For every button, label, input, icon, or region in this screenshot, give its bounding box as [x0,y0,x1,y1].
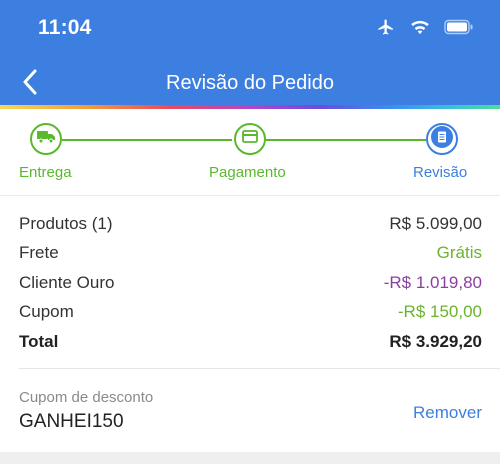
summary-label: Produtos (1) [19,213,113,233]
coupon-section: Cupom de desconto GANHEI150 Remover [19,385,482,441]
credit-card-icon [242,130,258,148]
status-time: 11:04 [38,16,92,39]
page-title: Revisão do Pedido [166,72,334,94]
battery-icon [444,19,474,40]
step-pagamento[interactable] [234,123,266,155]
step-label-revisao: Revisão [413,164,468,181]
summary-row-total: Total R$ 3.929,20 [19,327,482,357]
step-label-pagamento: Pagamento [209,164,286,181]
summary-value: -R$ 150,00 [397,302,482,322]
wifi-icon [410,19,430,40]
truck-icon [37,130,55,149]
remove-coupon-button[interactable]: Remover [413,403,482,423]
nav-bar: Revisão do Pedido [0,62,500,106]
summary-row-frete: Frete Grátis [19,239,482,269]
summary-label: Total [19,331,59,351]
bottom-separator [0,452,500,464]
summary-value: -R$ 1.019,80 [383,272,482,292]
step-revisao[interactable] [426,123,458,155]
checkout-stepper: Entrega Pagamento Revisão [0,109,500,196]
status-bar: 11:04 [0,0,500,60]
section-divider [19,368,500,369]
airplane-icon [376,18,396,41]
summary-label: Cliente Ouro [19,272,115,292]
summary-value: R$ 3.929,20 [389,331,482,351]
app-header: 11:04 Revisão do Pedido [0,0,500,108]
summary-row-cliente-ouro: Cliente Ouro -R$ 1.019,80 [19,268,482,298]
summary-value: R$ 5.099,00 [389,213,482,233]
summary-label: Cupom [19,302,74,322]
summary-label: Frete [19,243,59,263]
summary-row-cupom: Cupom -R$ 150,00 [19,298,482,328]
document-icon [431,125,453,153]
coupon-code: GANHEI150 [19,411,124,432]
step-connector-2 [266,139,426,141]
step-entrega[interactable] [30,123,62,155]
status-icons [376,18,474,41]
step-connector-1 [62,139,232,141]
step-label-entrega: Entrega [19,164,72,181]
order-summary: Produtos (1) R$ 5.099,00 Frete Grátis Cl… [19,209,482,357]
summary-row-produtos: Produtos (1) R$ 5.099,00 [19,209,482,239]
coupon-label: Cupom de desconto [19,389,154,406]
summary-value: Grátis [436,243,482,263]
